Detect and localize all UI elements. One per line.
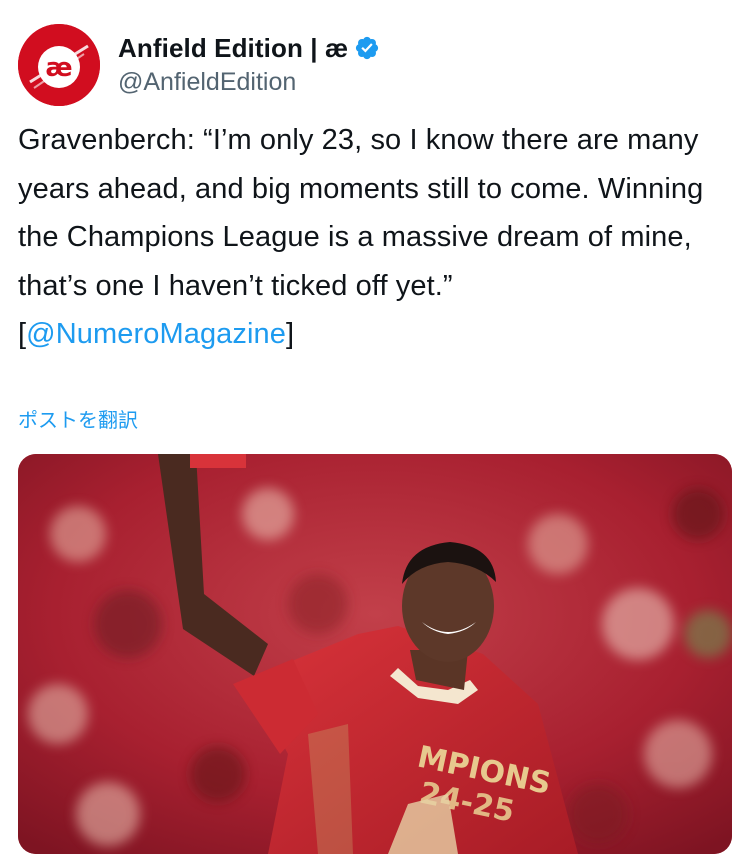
tweet-text-end: ] [286, 318, 295, 350]
tweet-header: Anfield Edition | æ @AnfieldEdition [118, 30, 380, 97]
tweet-photo[interactable]: MPIONS 24-25 [18, 454, 732, 854]
player-photo-image: MPIONS 24-25 [18, 454, 732, 854]
tweet-text-main: Gravenberch: “I’m only 23, so I know the… [18, 124, 704, 350]
tweet-card: æ Anfield Edition | æ @AnfieldEdition Gr… [0, 0, 750, 868]
verified-badge-icon [354, 35, 380, 61]
tweet-text: Gravenberch: “I’m only 23, so I know the… [18, 116, 730, 359]
display-name[interactable]: Anfield Edition | æ [118, 33, 348, 64]
name-row: Anfield Edition | æ [118, 30, 380, 66]
avatar-logo-icon: æ [18, 24, 100, 106]
avatar-text: æ [45, 53, 72, 83]
mention-link[interactable]: @NumeroMagazine [26, 318, 286, 350]
handle[interactable]: @AnfieldEdition [118, 68, 380, 97]
translate-post-link[interactable]: ポストを翻訳 [18, 404, 138, 433]
avatar[interactable]: æ [18, 24, 100, 106]
